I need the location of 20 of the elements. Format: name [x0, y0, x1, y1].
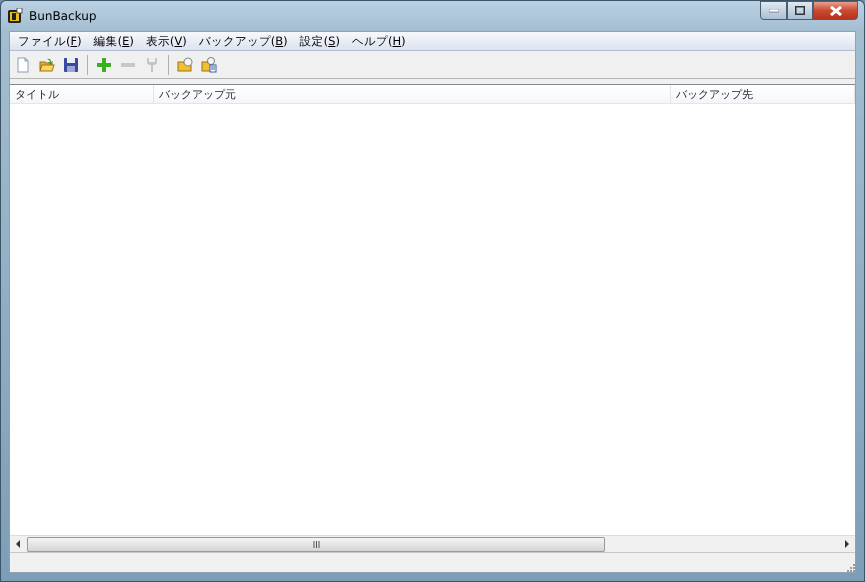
window-title: BunBackup	[29, 8, 96, 25]
menu-item[interactable]: ヘルプ(H)	[346, 32, 412, 50]
menu-item[interactable]: 設定(S)	[294, 32, 346, 50]
close-icon	[830, 6, 842, 16]
column-header[interactable]: タイトル	[10, 85, 154, 103]
minimize-icon	[768, 8, 778, 12]
menu-item[interactable]: 編集(E)	[88, 32, 140, 50]
menu-item[interactable]: 表示(V)	[140, 32, 193, 50]
minimize-button[interactable]	[760, 1, 787, 20]
resize-grip-icon[interactable]	[845, 562, 855, 572]
app-icon	[7, 8, 23, 24]
maximize-icon	[795, 6, 805, 15]
column-header[interactable]: バックアップ元	[154, 85, 672, 103]
close-button[interactable]	[813, 1, 858, 20]
scroll-thumb[interactable]	[27, 536, 605, 552]
column-header[interactable]: バックアップ先	[671, 85, 855, 103]
horizontal-scrollbar[interactable]	[10, 535, 855, 552]
menu-item[interactable]: バックアップ(B)	[192, 32, 294, 50]
maximize-button[interactable]	[787, 1, 813, 20]
menu-item[interactable]: ファイル(F)	[12, 32, 88, 50]
